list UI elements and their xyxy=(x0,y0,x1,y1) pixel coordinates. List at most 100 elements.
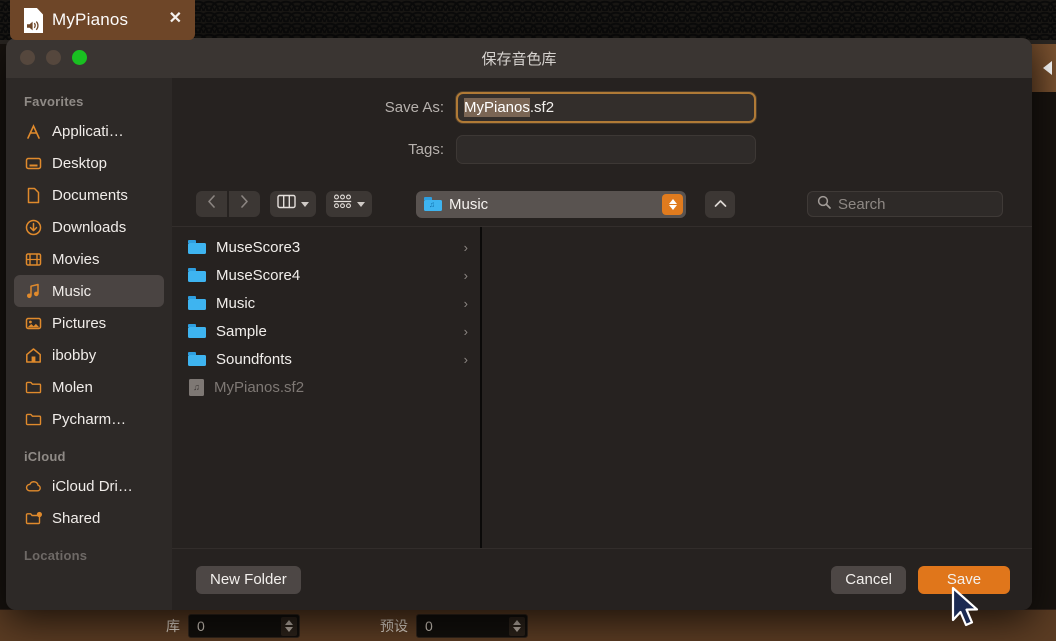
folder-icon xyxy=(24,378,43,397)
sidebar-item-music[interactable]: Music xyxy=(14,275,164,307)
disclosure-chevron-icon[interactable]: › xyxy=(464,296,468,311)
chevron-up-icon xyxy=(714,195,727,213)
sidebar-item-label: Downloads xyxy=(52,218,127,236)
sidebar-item-documents[interactable]: Documents xyxy=(14,179,164,211)
file-row-music[interactable]: Music › xyxy=(172,289,480,317)
sidebar-item-label: iCloud Dri… xyxy=(52,477,133,495)
column-view-icon xyxy=(277,194,296,214)
location-name: Music xyxy=(449,195,489,213)
disclosure-chevron-icon[interactable]: › xyxy=(464,324,468,339)
preset-stepper-arrows[interactable] xyxy=(509,616,525,636)
sidebar-item-label: Shared xyxy=(52,509,101,527)
pictures-icon xyxy=(24,314,43,333)
window-traffic-lights[interactable] xyxy=(20,50,87,65)
sidebar-item-label: Documents xyxy=(52,186,128,204)
file-row-label: MuseScore4 xyxy=(216,266,301,284)
sidebar-item-downloads[interactable]: Downloads xyxy=(14,211,164,243)
minimize-window-button[interactable] xyxy=(46,50,61,65)
chevron-right-icon xyxy=(240,195,249,213)
sidebar-item-label: Molen xyxy=(52,378,93,396)
location-popup-button[interactable]: ♫ Music xyxy=(416,190,686,218)
bank-label: 库 xyxy=(166,617,180,634)
bank-stepper-arrows[interactable] xyxy=(281,616,297,636)
close-window-button[interactable] xyxy=(20,50,35,65)
sidebar-item-ibobby[interactable]: ibobby xyxy=(14,339,164,371)
bank-stepper[interactable]: 0 xyxy=(188,613,300,638)
save-form: Save As: MyPianos .sf2 Tags: xyxy=(172,78,1032,182)
navigation-segmented-control[interactable] xyxy=(196,191,260,217)
file-row-musescore3[interactable]: MuseScore3 › xyxy=(172,233,480,261)
back-button[interactable] xyxy=(196,191,227,217)
file-row-sample[interactable]: Sample › xyxy=(172,317,480,345)
file-row-soundfonts[interactable]: Soundfonts › xyxy=(172,345,480,373)
tags-row: Tags: xyxy=(194,135,1010,164)
dialog-title: 保存音色库 xyxy=(481,50,557,68)
file-row-mypianos-sf2[interactable]: ♫ MyPianos.sf2 xyxy=(172,373,480,401)
tags-label: Tags: xyxy=(408,141,444,158)
location-stepper-icon[interactable] xyxy=(662,193,683,215)
soundfont-file-icon: ♫ xyxy=(189,378,204,396)
save-as-extension-text: .sf2 xyxy=(529,99,555,116)
dialog-footer: New Folder Cancel Save xyxy=(172,548,1032,610)
sidebar-item-pycharm[interactable]: Pycharm… xyxy=(14,403,164,435)
browser-toolbar: ♫ Music Search xyxy=(172,182,1032,226)
app-bottom-toolbar: 库 0 预设 0 xyxy=(0,609,1056,641)
close-icon[interactable]: ✕ xyxy=(166,9,185,31)
save-as-input[interactable]: MyPianos .sf2 xyxy=(456,92,756,123)
disclosure-chevron-icon[interactable]: › xyxy=(464,268,468,283)
cancel-button[interactable]: Cancel xyxy=(831,565,906,594)
music-folder-icon: ♫ xyxy=(424,197,442,211)
folder-icon xyxy=(188,240,206,254)
file-row-label: Soundfonts xyxy=(216,350,292,368)
sidebar-item-label: Applicati… xyxy=(52,122,124,140)
preset-label: 预设 xyxy=(380,617,408,634)
sidebar-item-label: Movies xyxy=(52,250,100,268)
file-row-label: Music xyxy=(216,294,256,312)
chevron-down-icon xyxy=(301,201,309,207)
file-preview-column xyxy=(482,227,1032,548)
dialog-titlebar: 保存音色库 xyxy=(6,38,1032,78)
desktop-icon xyxy=(24,154,43,173)
preset-stepper[interactable]: 0 xyxy=(416,613,528,638)
sidebar-item-pictures[interactable]: Pictures xyxy=(14,307,164,339)
sidebar-section-header-locations: Locations xyxy=(24,548,88,563)
movies-icon xyxy=(24,250,43,269)
save-dialog: 保存音色库 Favorites Applicati… Desktop Docum… xyxy=(6,38,1032,610)
applications-icon xyxy=(24,122,43,141)
sidebar-item-label: Music xyxy=(52,282,92,300)
disclosure-chevron-icon[interactable]: › xyxy=(464,352,468,367)
home-icon xyxy=(24,346,43,365)
group-by-button[interactable] xyxy=(326,191,372,217)
sidebar[interactable]: Favorites Applicati… Desktop Documents D… xyxy=(6,78,172,610)
sidebar-item-movies[interactable]: Movies xyxy=(14,243,164,275)
bank-value: 0 xyxy=(197,617,205,634)
zoom-window-button[interactable] xyxy=(72,50,87,65)
disclosure-chevron-icon[interactable]: › xyxy=(464,240,468,255)
file-row-label: Sample xyxy=(216,322,267,340)
forward-button[interactable] xyxy=(229,191,260,217)
sidebar-item-applications[interactable]: Applicati… xyxy=(14,115,164,147)
file-list-column[interactable]: MuseScore3 › MuseScore4 › Music › Sample… xyxy=(172,227,482,548)
documents-icon xyxy=(24,186,43,205)
go-up-button[interactable] xyxy=(705,190,735,218)
new-folder-button[interactable]: New Folder xyxy=(196,565,301,594)
document-tab-label: MyPianos xyxy=(52,10,129,29)
view-mode-button[interactable] xyxy=(270,191,316,217)
sidebar-item-shared[interactable]: Shared xyxy=(14,502,164,534)
sidebar-item-desktop[interactable]: Desktop xyxy=(14,147,164,179)
sidebar-item-icloud-drive[interactable]: iCloud Dri… xyxy=(14,470,164,502)
sidebar-item-label: Pictures xyxy=(52,314,107,332)
folder-icon xyxy=(188,268,206,282)
preset-control[interactable]: 预设 0 xyxy=(372,613,528,638)
tags-input[interactable] xyxy=(456,135,756,164)
sidebar-section-header-favorites: Favorites xyxy=(24,94,84,109)
group-by-icon xyxy=(333,194,352,214)
sidebar-item-molen[interactable]: Molen xyxy=(14,371,164,403)
file-browser-columns: MuseScore3 › MuseScore4 › Music › Sample… xyxy=(172,226,1032,548)
search-field[interactable]: Search xyxy=(807,191,1003,217)
music-note-icon xyxy=(24,282,43,301)
document-tab-mypianos[interactable]: MyPianos ✕ xyxy=(10,0,195,40)
folder-icon xyxy=(24,410,43,429)
file-row-musescore4[interactable]: MuseScore4 › xyxy=(172,261,480,289)
bank-control[interactable]: 库 0 xyxy=(158,613,300,638)
